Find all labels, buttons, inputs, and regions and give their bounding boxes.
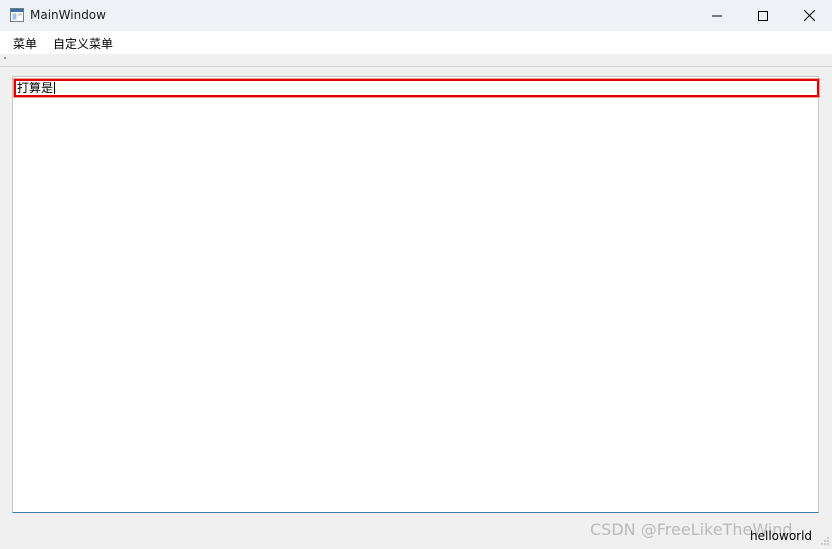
close-button[interactable]	[786, 0, 832, 31]
app-window-icon	[10, 8, 24, 22]
window-title: MainWindow	[30, 8, 106, 22]
minimize-icon	[712, 11, 722, 21]
text-caret	[54, 82, 56, 94]
line-edit-text: 打算是	[17, 81, 54, 95]
minimize-button[interactable]	[694, 0, 740, 31]
close-icon	[803, 10, 815, 21]
toolbar-area	[0, 54, 832, 67]
maximize-icon	[758, 10, 768, 21]
maximize-button[interactable]	[740, 0, 786, 31]
text-line-edit[interactable]: 打算是	[13, 78, 820, 98]
menu-item-custom-menu[interactable]: 自定义菜单	[53, 35, 113, 52]
central-widget: 打算是	[12, 76, 820, 513]
size-grip-icon[interactable]	[818, 532, 830, 546]
menu-bar: 菜单 自定义菜单	[0, 31, 832, 54]
title-bar[interactable]: MainWindow	[0, 0, 832, 31]
status-bar-message: helloworld	[750, 529, 813, 543]
menu-item-menu[interactable]: 菜单	[13, 35, 37, 52]
toolbar-handle[interactable]	[4, 57, 6, 59]
